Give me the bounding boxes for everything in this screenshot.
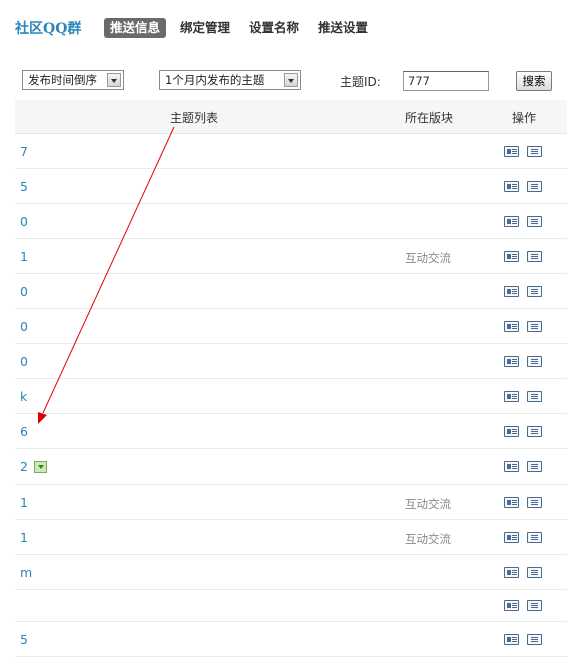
topic-id-input[interactable] <box>403 71 489 91</box>
board-name: 互动交流 <box>405 497 451 511</box>
card-view-icon[interactable] <box>504 321 519 332</box>
card-view-icon[interactable] <box>504 426 519 437</box>
topic-link[interactable]: 0 <box>20 319 28 334</box>
card-view-icon[interactable] <box>504 634 519 645</box>
tab-set-name[interactable]: 设置名称 <box>249 18 299 38</box>
card-view-icon[interactable] <box>504 532 519 543</box>
topic-link[interactable]: 0 <box>20 354 28 369</box>
list-view-icon[interactable] <box>527 146 542 157</box>
list-view-icon[interactable] <box>527 600 542 611</box>
tab-bind-management[interactable]: 绑定管理 <box>180 18 230 38</box>
page-title: 社区QQ群 <box>15 21 82 37</box>
time-range-select[interactable]: 1个月内发布的主题 <box>159 70 301 90</box>
table-row: 1 互动交流 <box>15 520 567 555</box>
time-range-value: 1个月内发布的主题 <box>165 73 265 87</box>
column-header-topic: 主题列表 <box>170 111 219 125</box>
sort-order-value: 发布时间倒序 <box>28 73 97 87</box>
list-view-icon[interactable] <box>527 181 542 192</box>
list-view-icon[interactable] <box>527 497 542 508</box>
list-view-icon[interactable] <box>527 286 542 297</box>
topic-link[interactable]: 1 <box>20 530 28 545</box>
chevron-down-icon[interactable] <box>284 73 298 87</box>
table-row: 5 <box>15 622 567 657</box>
table-row <box>15 590 567 622</box>
table-row: 7 <box>15 134 567 169</box>
topic-link[interactable]: 2 <box>20 459 28 474</box>
topic-link[interactable]: 1 <box>20 249 28 264</box>
topic-link[interactable]: k <box>20 389 27 404</box>
table-row: 0 <box>15 274 567 309</box>
attachment-icon <box>34 461 47 473</box>
card-view-icon[interactable] <box>504 497 519 508</box>
board-name: 互动交流 <box>405 251 451 265</box>
topic-link[interactable]: 1 <box>20 495 28 510</box>
filter-toolbar: 发布时间倒序 1个月内发布的主题 主题ID: 搜索 <box>0 70 567 94</box>
table-row: 5 <box>15 169 567 204</box>
table-row: 2 <box>15 449 567 485</box>
card-view-icon[interactable] <box>504 391 519 402</box>
table-row: 0 <box>15 204 567 239</box>
board-name: 互动交流 <box>405 532 451 546</box>
list-view-icon[interactable] <box>527 321 542 332</box>
card-view-icon[interactable] <box>504 600 519 611</box>
search-button[interactable]: 搜索 <box>516 71 552 91</box>
card-view-icon[interactable] <box>504 251 519 262</box>
card-view-icon[interactable] <box>504 181 519 192</box>
list-view-icon[interactable] <box>527 426 542 437</box>
list-view-icon[interactable] <box>527 251 542 262</box>
chevron-down-icon[interactable] <box>107 73 121 87</box>
table-row: 0 <box>15 309 567 344</box>
table-row: 0 <box>15 344 567 379</box>
table-header: 主题列表 所在版块 操作 <box>15 100 567 134</box>
table-row: 6 <box>15 414 567 449</box>
sort-order-select[interactable]: 发布时间倒序 <box>22 70 124 90</box>
tab-push-settings[interactable]: 推送设置 <box>318 18 368 38</box>
tab-push-info[interactable]: 推送信息 <box>104 18 167 38</box>
table-row: m <box>15 555 567 590</box>
topic-link[interactable]: 7 <box>20 144 28 159</box>
topic-link[interactable]: m <box>20 565 32 580</box>
topic-link[interactable]: 5 <box>20 632 28 647</box>
topic-id-label: 主题ID: <box>340 75 381 89</box>
card-view-icon[interactable] <box>504 286 519 297</box>
list-view-icon[interactable] <box>527 356 542 367</box>
list-view-icon[interactable] <box>527 391 542 402</box>
table-row: 1 互动交流 <box>15 485 567 520</box>
card-view-icon[interactable] <box>504 356 519 367</box>
topic-link[interactable]: 0 <box>20 214 28 229</box>
topic-link[interactable]: 5 <box>20 179 28 194</box>
list-view-icon[interactable] <box>527 461 542 472</box>
topic-link[interactable]: 0 <box>20 284 28 299</box>
table-row: k <box>15 379 567 414</box>
column-header-board: 所在版块 <box>405 111 454 125</box>
header: 社区QQ群 推送信息 绑定管理 设置名称 推送设置 <box>0 0 567 56</box>
list-view-icon[interactable] <box>527 216 542 227</box>
card-view-icon[interactable] <box>504 216 519 227</box>
card-view-icon[interactable] <box>504 461 519 472</box>
list-view-icon[interactable] <box>527 567 542 578</box>
column-header-ops: 操作 <box>512 111 537 125</box>
list-view-icon[interactable] <box>527 532 542 543</box>
card-view-icon[interactable] <box>504 567 519 578</box>
topic-table-body: 7 5 0 1 互动交流 0 0 0 k 6 2 1 互动交流 1 互动交流 m 5 <box>15 134 567 657</box>
card-view-icon[interactable] <box>504 146 519 157</box>
table-row: 1 互动交流 <box>15 239 567 274</box>
list-view-icon[interactable] <box>527 634 542 645</box>
topic-link[interactable]: 6 <box>20 424 28 439</box>
